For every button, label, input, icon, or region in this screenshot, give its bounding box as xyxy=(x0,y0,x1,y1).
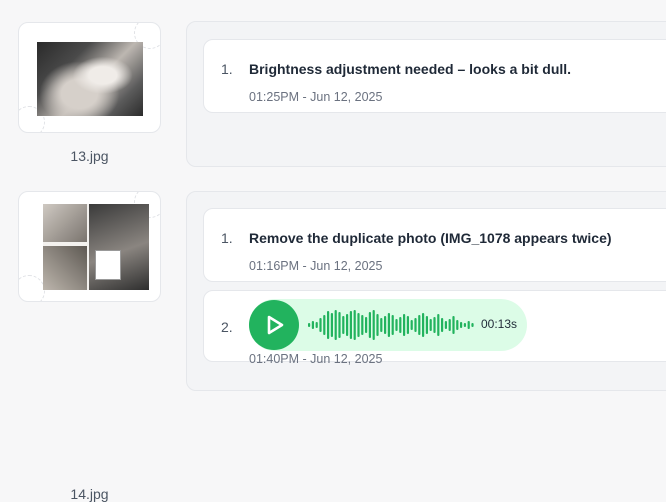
waveform-bar xyxy=(387,313,390,337)
thumbnail-card[interactable] xyxy=(18,22,161,133)
comment-number: 1. xyxy=(221,230,233,246)
thumbnail-card[interactable] xyxy=(18,191,161,302)
waveform-bar xyxy=(448,319,451,331)
waveform-bar xyxy=(319,318,322,332)
file-name: 13.jpg xyxy=(70,148,109,164)
waveform-bar xyxy=(471,323,474,327)
waveform-bar xyxy=(460,322,463,328)
voice-comment-card[interactable]: 2. 00:13s 01:40PM - Jun 12, 2025 xyxy=(203,290,666,366)
comment-number: 1. xyxy=(221,61,233,77)
waveform-bar xyxy=(403,314,406,336)
collage-photo xyxy=(43,204,87,242)
waveform-bar xyxy=(357,313,360,337)
waveform-bar xyxy=(342,316,345,334)
comment-number: 2. xyxy=(221,319,233,335)
waveform-bar xyxy=(429,319,432,331)
waveform-bar xyxy=(308,323,311,327)
waveform-bar xyxy=(323,315,326,335)
waveform-bar xyxy=(406,316,409,334)
waveform xyxy=(308,310,474,340)
waveform-bar xyxy=(372,310,375,340)
play-button[interactable] xyxy=(249,300,299,350)
waveform-bar xyxy=(467,321,470,329)
waveform-bar xyxy=(395,319,398,331)
waveform-bar xyxy=(444,321,447,329)
waveform-bar xyxy=(338,312,341,338)
waveform-bar xyxy=(422,313,425,337)
comment-timestamp: 01:40PM - Jun 12, 2025 xyxy=(249,352,383,366)
thumbnail-image xyxy=(43,204,149,290)
waveform-bar xyxy=(353,310,356,340)
waveform-bar xyxy=(441,318,444,332)
waveform-bar xyxy=(433,317,436,333)
waveform-bar xyxy=(418,315,421,335)
comment-text: Brightness adjustment needed – looks a b… xyxy=(249,61,572,77)
waveform-bar xyxy=(315,322,318,328)
waveform-bar xyxy=(463,323,466,327)
waveform-bar xyxy=(452,316,455,334)
waveform-bar xyxy=(361,315,364,335)
waveform-bar xyxy=(376,314,379,336)
waveform-bar xyxy=(456,320,459,330)
voice-message-player: 00:13s xyxy=(249,299,527,351)
waveform-bar xyxy=(384,316,387,334)
comment-text: Remove the duplicate photo (IMG_1078 app… xyxy=(249,230,612,246)
comment-timestamp: 01:16PM - Jun 12, 2025 xyxy=(249,259,383,273)
waveform-bar xyxy=(311,321,314,329)
waveform-bar xyxy=(349,311,352,339)
voice-duration: 00:13s xyxy=(481,317,518,331)
waveform-bar xyxy=(365,317,368,333)
comment-card[interactable]: 1. Remove the duplicate photo (IMG_1078 … xyxy=(203,208,666,282)
play-icon xyxy=(267,315,284,335)
waveform-bar xyxy=(334,310,337,340)
waveform-bar xyxy=(330,313,333,337)
waveform-bar xyxy=(410,320,413,330)
waveform-bar xyxy=(346,314,349,336)
waveform-bar xyxy=(425,316,428,334)
comment-card[interactable]: 1. Brightness adjustment needed – looks … xyxy=(203,39,666,113)
waveform-bar xyxy=(368,312,371,338)
comment-timestamp: 01:25PM - Jun 12, 2025 xyxy=(249,90,383,104)
waveform-bar xyxy=(327,311,330,339)
waveform-bar xyxy=(414,318,417,332)
file-name: 14.jpg xyxy=(70,486,109,502)
waveform-bar xyxy=(380,318,383,332)
collage-photo xyxy=(43,246,87,290)
waveform-bar xyxy=(391,315,394,335)
floral-decoration xyxy=(19,275,45,301)
waveform-bar xyxy=(399,317,402,333)
waveform-bar xyxy=(437,314,440,336)
collage-photo xyxy=(95,250,121,280)
thumbnail-image xyxy=(37,42,143,116)
